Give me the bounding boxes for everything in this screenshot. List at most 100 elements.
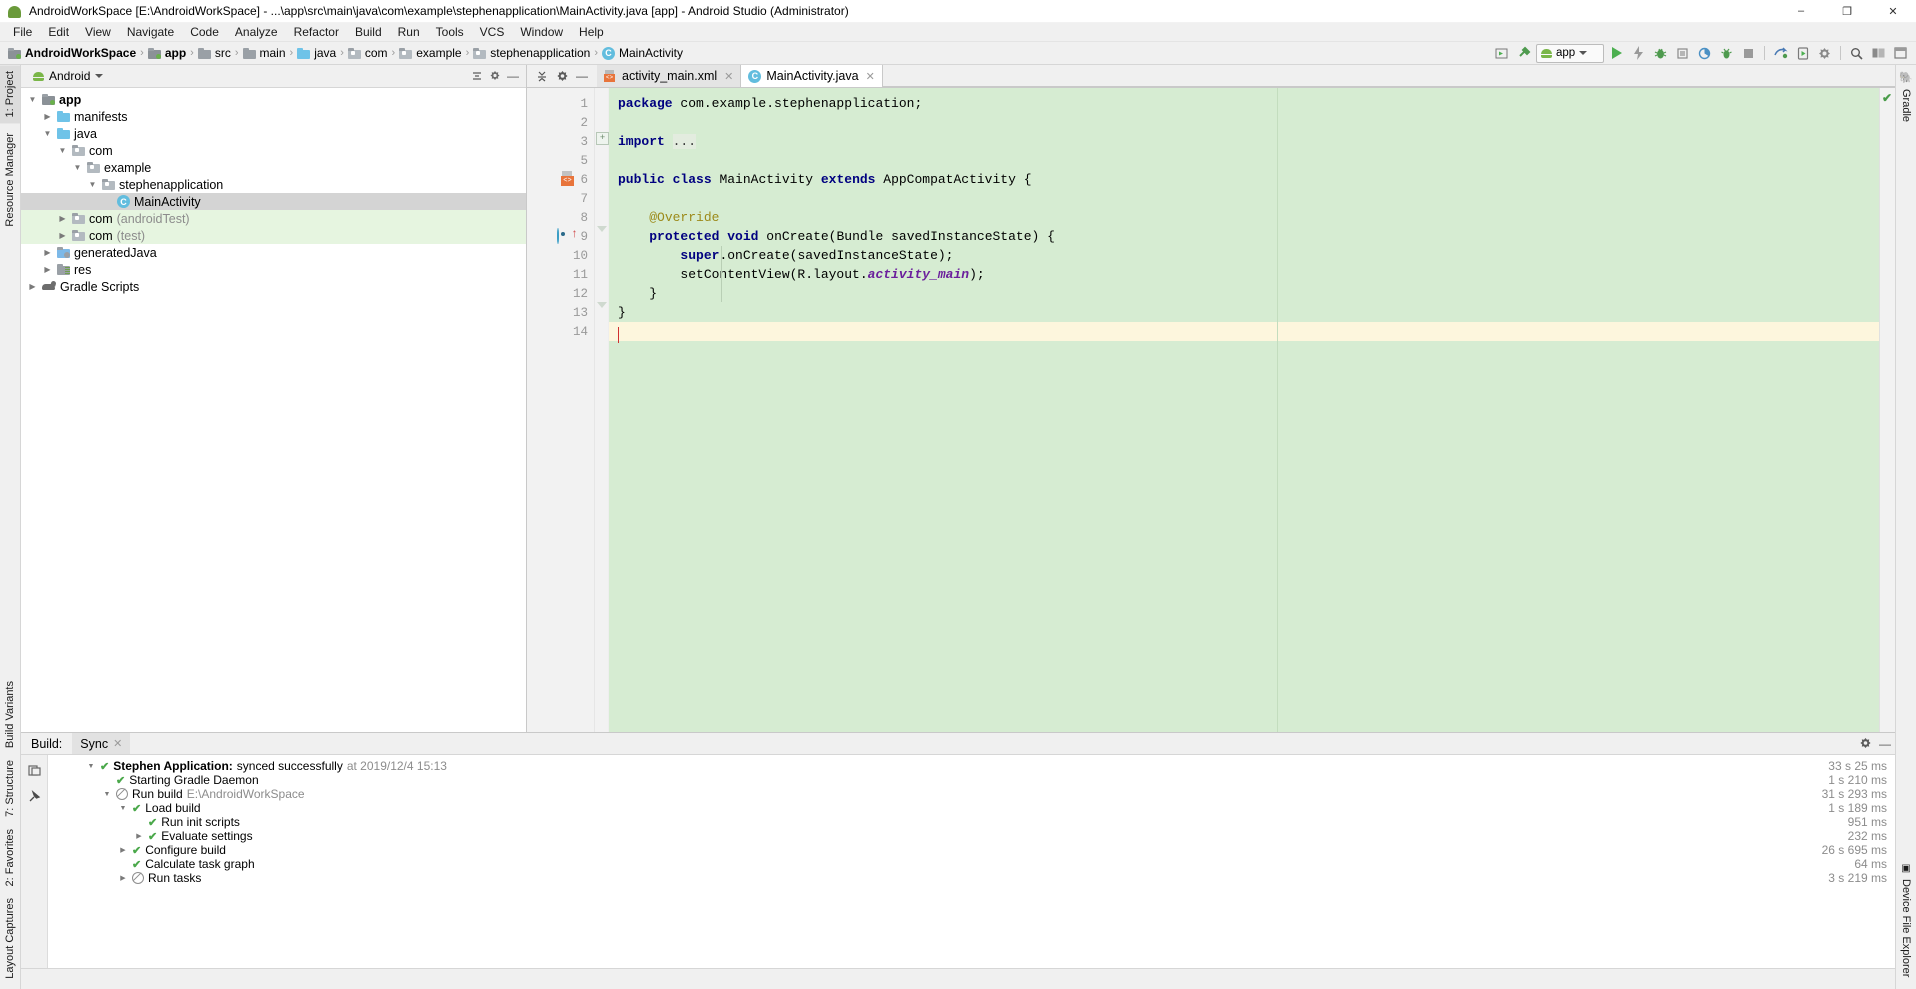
line-number[interactable]: 9 ↑ [527, 227, 594, 246]
hide-panel-icon[interactable]: — [1875, 734, 1895, 753]
chevron-down-icon[interactable]: ▼ [118, 803, 128, 813]
breadcrumb-item-com[interactable]: com [346, 46, 390, 60]
tree-node-app[interactable]: ▼ app [21, 91, 526, 108]
inspection-stripe[interactable]: ✔ [1879, 88, 1895, 732]
search-icon[interactable] [1847, 44, 1866, 63]
chevron-right-icon[interactable]: ▶ [42, 247, 53, 258]
line-number[interactable]: 5 [527, 151, 594, 170]
chevron-right-icon[interactable]: ▶ [57, 230, 68, 241]
tab-sync[interactable]: Sync ✕ [72, 733, 131, 754]
avd-manager-icon[interactable] [1793, 44, 1812, 63]
code-folding-column[interactable]: + [595, 88, 609, 732]
chevron-right-icon[interactable]: ▶ [57, 213, 68, 224]
chevron-down-icon[interactable]: ▼ [86, 761, 96, 771]
maximize-button[interactable]: ❐ [1824, 0, 1870, 22]
sidebar-item-project[interactable]: 1: Project [0, 65, 20, 124]
chevron-down-icon[interactable]: ▼ [27, 94, 38, 105]
code-line[interactable]: } [609, 284, 1879, 303]
line-number[interactable]: 3 [527, 132, 594, 151]
settings-gear-icon[interactable] [486, 67, 504, 85]
chevron-down-icon[interactable]: ▼ [42, 128, 53, 139]
minimize-button[interactable]: – [1778, 0, 1824, 22]
tree-node-java[interactable]: ▼ java [21, 125, 526, 142]
line-number-gutter[interactable]: 12356789↑1011121314 [527, 88, 595, 732]
breadcrumb-item-main[interactable]: main [241, 46, 288, 60]
settings-gear-icon[interactable] [1855, 734, 1875, 753]
chevron-right-icon[interactable]: ▶ [42, 264, 53, 275]
menu-item-vcs[interactable]: VCS [472, 24, 513, 40]
code-line[interactable] [609, 189, 1879, 208]
breadcrumb-item-java[interactable]: java [295, 46, 338, 60]
run-configuration-selector[interactable]: app [1536, 43, 1604, 63]
menu-item-run[interactable]: Run [390, 24, 428, 40]
debug-icon[interactable] [1651, 44, 1670, 63]
line-number[interactable]: 1 [527, 94, 594, 113]
tree-node-stephenapplication[interactable]: ▼ stephenapplication [21, 176, 526, 193]
menu-item-analyze[interactable]: Analyze [227, 24, 286, 40]
tree-node-mainactivity[interactable]: C MainActivity [21, 193, 526, 210]
stop-button[interactable] [1739, 44, 1758, 63]
breadcrumb-item-src[interactable]: src [196, 46, 233, 60]
sidebar-item-favorites[interactable]: 2: Favorites [1, 823, 19, 892]
tree-node-gradle-scripts[interactable]: ▶ Gradle Scripts [21, 278, 526, 295]
build-row[interactable]: ✔ Calculate task graph 64 ms [48, 857, 1895, 871]
sidebar-item-resource-manager[interactable]: Resource Manager [0, 127, 20, 233]
build-row[interactable]: ▶ ✔ Configure build 26 s 695 ms [48, 843, 1895, 857]
menu-item-view[interactable]: View [77, 24, 119, 40]
build-row[interactable]: ▼ ✔ Load build 1 s 189 ms [48, 801, 1895, 815]
sync-gradle-icon[interactable] [1771, 44, 1790, 63]
sdk-manager-icon[interactable] [1815, 44, 1834, 63]
build-row[interactable]: ✔ Run init scripts 951 ms [48, 815, 1895, 829]
line-number[interactable]: 11 [527, 265, 594, 284]
project-view-selector[interactable]: Android [25, 69, 104, 83]
chevron-right-icon[interactable]: ▶ [118, 845, 128, 855]
build-row[interactable]: ▶ ✔ Evaluate settings 232 ms [48, 829, 1895, 843]
line-number[interactable]: 7 [527, 189, 594, 208]
fold-method-icon[interactable] [597, 226, 607, 232]
code-line[interactable] [609, 113, 1879, 132]
breadcrumb-item-mainactivity[interactable]: C MainActivity [600, 46, 685, 60]
line-number[interactable]: 8 [527, 208, 594, 227]
pin-tab-icon[interactable] [25, 787, 43, 805]
chevron-right-icon[interactable]: ▶ [118, 873, 128, 883]
menu-item-refactor[interactable]: Refactor [286, 24, 347, 40]
tree-node-com[interactable]: ▶ com (androidTest) [21, 210, 526, 227]
fold-import-icon[interactable]: + [596, 132, 609, 145]
code-line[interactable]: } [609, 303, 1879, 322]
build-row[interactable]: ✔ Starting Gradle Daemon 1 s 210 ms [48, 773, 1895, 787]
build-row[interactable]: ▼ ✔ Stephen Application: synced successful… [48, 759, 1895, 773]
breadcrumb-item-example[interactable]: example [397, 46, 463, 60]
sidebar-item-layout-captures[interactable]: Layout Captures [1, 892, 19, 985]
tab-activity-main-xml[interactable]: activity_main.xml ✕ [597, 65, 742, 87]
settings-gear-icon[interactable] [553, 67, 571, 85]
sidebar-item-build-variants[interactable]: Build Variants [1, 675, 19, 754]
run-coverage-icon[interactable] [1673, 44, 1692, 63]
sidebar-item-device-file-explorer[interactable]: ▣ Device File Explorer [1897, 857, 1915, 983]
layout-editor-icon[interactable] [1492, 44, 1511, 63]
line-number[interactable]: 13 [527, 303, 594, 322]
code-line[interactable]: protected void onCreate(Bundle savedInst… [609, 227, 1879, 246]
project-structure-icon[interactable] [1869, 44, 1888, 63]
code-line[interactable]: @Override [609, 208, 1879, 227]
build-row[interactable]: ▶ Run tasks 3 s 219 ms [48, 871, 1895, 885]
chevron-right-icon[interactable]: ▶ [42, 111, 53, 122]
breakpoint-marker[interactable] [557, 228, 572, 244]
close-icon[interactable]: ✕ [724, 70, 733, 83]
menu-item-window[interactable]: Window [512, 24, 571, 40]
code-line[interactable]: setContentView(R.layout.activity_main); [609, 265, 1879, 284]
chevron-right-icon[interactable]: ▶ [134, 831, 144, 841]
chevron-down-icon[interactable]: ▼ [57, 145, 68, 156]
breadcrumb-item-androidworkspace[interactable]: AndroidWorkSpace [6, 46, 138, 60]
menu-item-build[interactable]: Build [347, 24, 390, 40]
code-editor[interactable]: 12356789↑1011121314 + package com.exampl… [527, 88, 1895, 732]
toggle-tasks-icon[interactable] [25, 761, 43, 779]
breadcrumb-item-stephenapplication[interactable]: stephenapplication [471, 46, 592, 60]
chevron-down-icon[interactable]: ▼ [102, 789, 112, 799]
layout-inspector-icon[interactable] [1891, 44, 1910, 63]
tree-node-com[interactable]: ▼ com [21, 142, 526, 159]
close-icon[interactable]: ✕ [113, 737, 122, 750]
menu-item-tools[interactable]: Tools [428, 24, 472, 40]
code-line[interactable] [609, 151, 1879, 170]
code-line[interactable] [609, 322, 1879, 341]
line-number[interactable]: 2 [527, 113, 594, 132]
